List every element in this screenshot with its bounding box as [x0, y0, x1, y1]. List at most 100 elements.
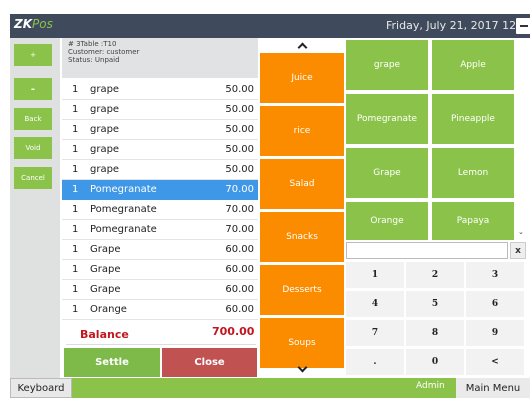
key-4[interactable]: 4	[346, 291, 404, 317]
key-7[interactable]: 7	[346, 320, 404, 346]
void-button[interactable]: Void	[14, 137, 52, 159]
product-apple[interactable]: Apple	[432, 40, 514, 90]
category-rice[interactable]: rice	[260, 106, 344, 156]
line-quantity: 1	[72, 84, 79, 95]
order-line[interactable]: 1 grape 50.00	[62, 160, 258, 180]
product-lemon[interactable]: Lemon	[432, 148, 514, 198]
line-quantity: 1	[72, 264, 79, 275]
order-line[interactable]: 1 Grape 60.00	[62, 240, 258, 260]
order-line[interactable]: 1 Grape 60.00	[62, 260, 258, 280]
close-button[interactable]: Close	[162, 348, 257, 377]
cancel-button[interactable]: Cancel	[14, 167, 52, 189]
key-6[interactable]: 6	[466, 291, 524, 317]
line-quantity: 1	[72, 184, 79, 195]
balance-label: Balance	[80, 328, 129, 341]
minimize-icon[interactable]	[516, 18, 532, 34]
table-number: # 3Table :T10	[68, 40, 117, 48]
keyboard-button[interactable]: Keyboard	[10, 378, 72, 398]
line-price: 70.00	[225, 224, 254, 235]
line-item-name: Grape	[90, 284, 121, 295]
product-grape[interactable]: grape	[346, 40, 428, 90]
key-decimal[interactable]: .	[346, 349, 404, 375]
line-item-name: Pomegranate	[90, 224, 157, 235]
order-line[interactable]: 1 Pomegranate 70.00	[62, 220, 258, 240]
date-time: Friday, July 21, 2017 12:26	[386, 19, 532, 32]
key-3[interactable]: 3	[466, 262, 524, 288]
line-quantity: 1	[72, 284, 79, 295]
key-5[interactable]: 5	[406, 291, 464, 317]
settle-button[interactable]: Settle	[64, 348, 160, 377]
line-price: 50.00	[225, 164, 254, 175]
category-scroll-up[interactable]	[260, 38, 344, 52]
key-0[interactable]: 0	[406, 349, 464, 375]
product-orange[interactable]: Orange	[346, 202, 428, 240]
category-scroll-down[interactable]	[260, 362, 344, 376]
order-line[interactable]: 1 Pomegranate 70.00	[62, 200, 258, 220]
line-item-name: Grape	[90, 244, 121, 255]
current-user: Admin	[416, 381, 445, 391]
chevron-down-icon[interactable]: ⌄	[518, 228, 524, 236]
product-pineapple[interactable]: Pineapple	[432, 94, 514, 144]
line-quantity: 1	[72, 204, 79, 215]
key-9[interactable]: 9	[466, 320, 524, 346]
product-pomegranate[interactable]: Pomegranate	[346, 94, 428, 144]
line-price: 50.00	[225, 104, 254, 115]
key-2[interactable]: 2	[406, 262, 464, 288]
order-panel: # 3Table :T10 Customer: customer Status:…	[62, 38, 258, 378]
line-price: 60.00	[225, 284, 254, 295]
product-grape-2[interactable]: Grape	[346, 148, 428, 198]
order-status: Status: Unpaid	[68, 56, 120, 64]
key-8[interactable]: 8	[406, 320, 464, 346]
divider	[66, 344, 256, 345]
clear-button[interactable]: x	[510, 242, 526, 259]
line-quantity: 1	[72, 224, 79, 235]
line-price: 50.00	[225, 84, 254, 95]
key-backspace[interactable]: <	[466, 349, 524, 375]
line-item-name: grape	[90, 124, 120, 135]
order-line[interactable]: 1 grape 50.00	[62, 120, 258, 140]
plus-button[interactable]: +	[14, 44, 52, 66]
line-item-name: Pomegranate	[90, 204, 157, 215]
category-soups[interactable]: Soups	[260, 318, 344, 368]
line-quantity: 1	[72, 164, 79, 175]
status-bar: Keyboard Admin Main Menu	[10, 378, 530, 398]
category-desserts[interactable]: Desserts	[260, 265, 344, 315]
category-salad[interactable]: Salad	[260, 159, 344, 209]
category-snacks[interactable]: Snacks	[260, 212, 344, 262]
action-column: + - Back Void Cancel	[10, 38, 60, 378]
minus-button[interactable]: -	[14, 78, 52, 100]
line-price: 50.00	[225, 144, 254, 155]
order-line[interactable]: 1 grape 50.00	[62, 80, 258, 100]
title-bar: ZKPos Friday, July 21, 2017 12:26	[10, 14, 532, 38]
customer-name: Customer: customer	[68, 48, 140, 56]
order-lines: 1 grape 50.00 1 grape 50.00 1 grape 50.00 1 grape 5…	[62, 80, 258, 320]
line-quantity: 1	[72, 304, 79, 315]
order-line[interactable]: 1 grape 50.00	[62, 140, 258, 160]
category-column: Juice rice Salad Snacks Desserts Soups	[260, 38, 344, 378]
line-price: 60.00	[225, 244, 254, 255]
line-quantity: 1	[72, 144, 79, 155]
category-juice[interactable]: Juice	[260, 53, 344, 103]
line-quantity: 1	[72, 124, 79, 135]
line-item-name: Orange	[90, 304, 127, 315]
line-item-name: Pomegranate	[90, 184, 157, 195]
line-item-name: grape	[90, 84, 120, 95]
line-price: 70.00	[225, 204, 254, 215]
balance-value: 700.00	[212, 325, 255, 338]
line-item-name: Grape	[90, 264, 121, 275]
line-item-name: grape	[90, 164, 120, 175]
line-price: 60.00	[225, 304, 254, 315]
line-item-name: grape	[90, 144, 120, 155]
order-line[interactable]: 1 grape 50.00	[62, 100, 258, 120]
line-price: 70.00	[225, 184, 254, 195]
order-line[interactable]: 1 Pomegranate 70.00	[62, 180, 258, 200]
key-1[interactable]: 1	[346, 262, 404, 288]
order-line[interactable]: 1 Grape 60.00	[62, 280, 258, 300]
order-line[interactable]: 1 Orange 60.00	[62, 300, 258, 320]
app-logo: ZKPos	[14, 17, 53, 31]
back-button[interactable]: Back	[14, 108, 52, 130]
keypad-input[interactable]	[346, 242, 508, 259]
line-item-name: grape	[90, 104, 120, 115]
main-menu-button[interactable]: Main Menu	[456, 378, 530, 398]
product-papaya[interactable]: Papaya	[432, 202, 514, 240]
